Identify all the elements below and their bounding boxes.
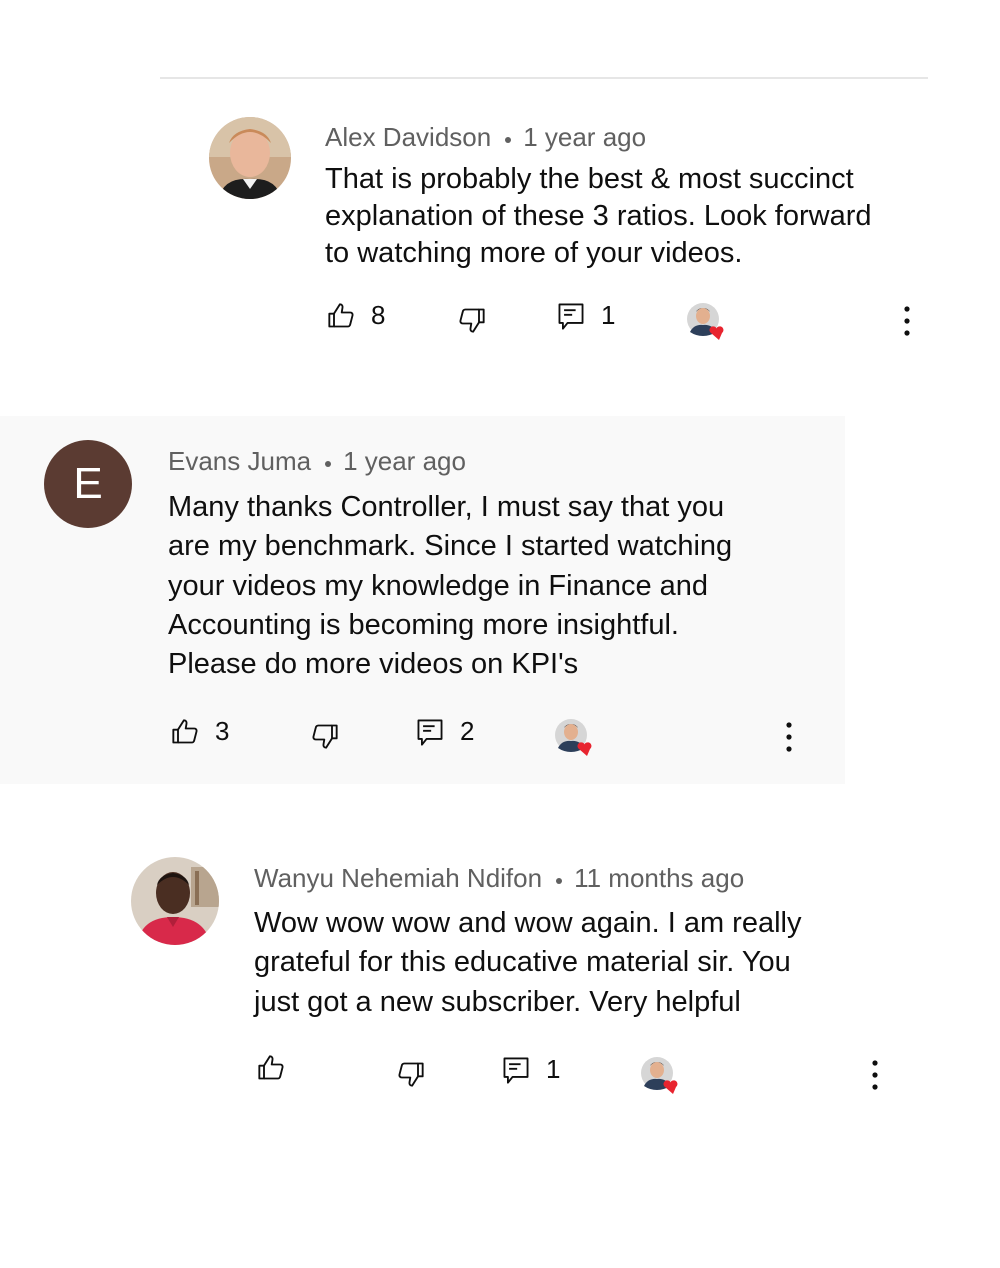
comment-actions: 8 1: [0, 300, 1000, 340]
comment-meta: Evans Juma 1 year ago: [168, 446, 466, 477]
more-vertical-icon: [904, 306, 910, 336]
reply-button[interactable]: 1: [502, 1054, 560, 1085]
dislike-button[interactable]: [458, 306, 486, 334]
creator-heart-icon: [555, 719, 592, 756]
creator-heart-badge[interactable]: [554, 718, 598, 762]
separator-dot: [556, 877, 563, 884]
more-options-button[interactable]: [865, 1058, 885, 1092]
dislike-button[interactable]: [311, 722, 339, 750]
creator-heart-icon: [687, 303, 724, 340]
like-count: 3: [215, 716, 230, 746]
comment-text: Wow wow wow and wow again. I am really g…: [254, 907, 802, 1018]
avatar[interactable]: [209, 117, 291, 199]
reply-button[interactable]: 2: [416, 716, 474, 747]
reply-icon: [557, 301, 585, 331]
dislike-button[interactable]: [397, 1060, 425, 1088]
author-name[interactable]: Alex Davidson: [325, 122, 491, 153]
comment-meta: Alex Davidson 1 year ago: [325, 122, 646, 153]
reply-count: 2: [460, 716, 475, 746]
more-vertical-icon: [786, 722, 792, 752]
comment-text: That is probably the best & most succinc…: [325, 163, 872, 269]
thumbs-down-icon: [311, 722, 339, 750]
more-options-button[interactable]: [897, 304, 917, 338]
comment-1: Alex Davidson 1 year ago That is probabl…: [0, 100, 1000, 360]
like-button[interactable]: [257, 1054, 301, 1082]
thumbs-down-icon: [458, 306, 486, 334]
avatar-letter: E: [73, 459, 103, 508]
thumbs-up-icon: [257, 1054, 285, 1082]
separator-dot: [505, 136, 512, 143]
divider: [160, 77, 928, 79]
more-vertical-icon: [872, 1060, 878, 1090]
reply-count: 1: [601, 300, 616, 330]
creator-heart-icon: [641, 1057, 678, 1094]
comment-text: Many thanks Controller, I must say that …: [168, 491, 733, 681]
more-options-button[interactable]: [779, 720, 799, 754]
author-name[interactable]: Wanyu Nehemiah Ndifon: [254, 863, 542, 894]
comment-actions: 1: [0, 1054, 1000, 1094]
avatar[interactable]: [131, 857, 219, 945]
comment-time: 1 year ago: [343, 446, 466, 476]
comment-3: Wanyu Nehemiah Ndifon 11 months ago Wow …: [0, 840, 1000, 1120]
comments-page: Alex Davidson 1 year ago That is probabl…: [0, 0, 1000, 1268]
reply-icon: [416, 717, 444, 747]
thumbs-up-icon: [327, 302, 355, 330]
author-name[interactable]: Evans Juma: [168, 446, 311, 477]
creator-heart-badge[interactable]: [640, 1056, 684, 1100]
comment-actions: 3 2: [0, 716, 845, 756]
comment-time: 11 months ago: [574, 863, 745, 893]
like-button[interactable]: 3: [171, 716, 229, 747]
comment-2: E Evans Juma 1 year ago Many thanks Cont…: [0, 416, 845, 784]
reply-count: 1: [546, 1054, 561, 1084]
comment-time: 1 year ago: [523, 122, 647, 152]
avatar[interactable]: E: [44, 440, 132, 528]
reply-icon: [502, 1055, 530, 1085]
thumbs-down-icon: [397, 1060, 425, 1088]
thumbs-up-icon: [171, 718, 199, 746]
comment-meta: Wanyu Nehemiah Ndifon 11 months ago: [254, 863, 744, 894]
reply-button[interactable]: 1: [557, 300, 615, 331]
separator-dot: [325, 460, 332, 467]
like-count: 8: [371, 300, 386, 330]
like-button[interactable]: 8: [327, 300, 385, 331]
creator-heart-badge[interactable]: [686, 302, 730, 346]
